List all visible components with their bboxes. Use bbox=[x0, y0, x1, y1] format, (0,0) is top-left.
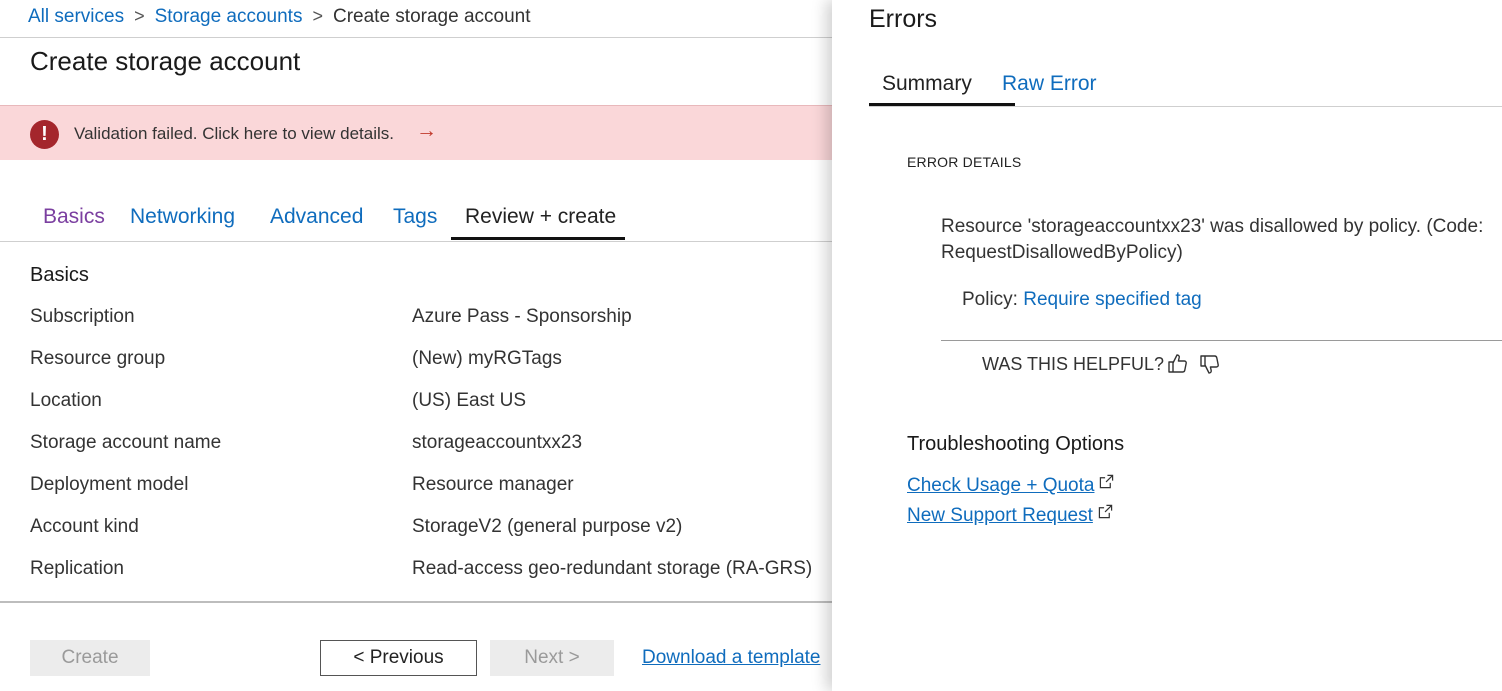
divider bbox=[0, 37, 832, 38]
policy-row: Policy: Require specified tag bbox=[962, 289, 1202, 311]
review-value-replication: Read-access geo-redundant storage (RA-GR… bbox=[412, 558, 813, 579]
review-label-account-kind: Account kind bbox=[30, 516, 139, 537]
divider bbox=[869, 106, 1502, 107]
check-usage-quota-label[interactable]: Check Usage + Quota bbox=[907, 475, 1094, 496]
review-value-account-kind: StorageV2 (general purpose v2) bbox=[412, 516, 683, 537]
tab-basics[interactable]: Basics bbox=[43, 205, 105, 229]
create-storage-account-blade: All services > Storage accounts > Create sto… bbox=[0, 0, 832, 691]
divider bbox=[0, 601, 832, 603]
download-template-link[interactable]: Download a template bbox=[642, 647, 821, 669]
thumbs-down-icon[interactable] bbox=[1198, 352, 1222, 376]
page-title: Create storage account bbox=[30, 46, 301, 76]
was-this-helpful-label: WAS THIS HELPFUL? bbox=[982, 354, 1165, 374]
review-label-deployment-model: Deployment model bbox=[30, 474, 189, 495]
review-value-deployment-model: Resource manager bbox=[412, 474, 574, 495]
new-support-request-link[interactable]: New Support Request bbox=[907, 504, 1113, 527]
tab-raw-error[interactable]: Raw Error bbox=[1002, 72, 1097, 96]
policy-link[interactable]: Require specified tag bbox=[1023, 289, 1202, 310]
external-link-icon bbox=[1098, 504, 1113, 519]
review-label-subscription: Subscription bbox=[30, 306, 135, 327]
review-value-subscription: Azure Pass - Sponsorship bbox=[412, 306, 632, 327]
breadcrumb-storage-accounts[interactable]: Storage accounts bbox=[155, 6, 303, 27]
tab-review-create[interactable]: Review + create bbox=[465, 205, 616, 229]
active-tab-indicator bbox=[451, 237, 625, 240]
tab-networking[interactable]: Networking bbox=[130, 205, 235, 229]
tab-summary[interactable]: Summary bbox=[882, 72, 972, 96]
error-details-heading: ERROR DETAILS bbox=[907, 154, 1022, 170]
divider bbox=[941, 340, 1502, 341]
errors-panel: Errors Summary Raw Error ERROR DETAILS R… bbox=[832, 0, 1502, 691]
troubleshooting-heading: Troubleshooting Options bbox=[907, 433, 1125, 455]
thumbs-up-icon[interactable] bbox=[1166, 352, 1190, 376]
tab-advanced[interactable]: Advanced bbox=[270, 205, 363, 229]
new-support-request-label[interactable]: New Support Request bbox=[907, 505, 1093, 526]
policy-label: Policy: bbox=[962, 289, 1018, 310]
review-label-resource-group: Resource group bbox=[30, 348, 166, 369]
tab-tags[interactable]: Tags bbox=[393, 205, 437, 229]
error-message: Resource 'storageaccountxx23' was disall… bbox=[941, 216, 1484, 263]
check-usage-quota-link[interactable]: Check Usage + Quota bbox=[907, 474, 1114, 497]
breadcrumb-separator-icon: > bbox=[134, 6, 145, 26]
errors-panel-title: Errors bbox=[869, 5, 938, 33]
next-button[interactable]: Next > bbox=[490, 640, 614, 676]
validation-failed-banner[interactable]: ! Validation failed. Click here to view … bbox=[0, 105, 832, 160]
external-link-icon bbox=[1100, 474, 1114, 489]
review-label-storage-account-name: Storage account name bbox=[30, 432, 222, 453]
review-value-resource-group: (New) myRGTags bbox=[412, 348, 562, 369]
breadcrumb-current: Create storage account bbox=[332, 6, 531, 27]
review-label-location: Location bbox=[30, 390, 102, 411]
section-heading-basics: Basics bbox=[30, 264, 89, 286]
error-icon: ! bbox=[30, 120, 59, 149]
breadcrumb-separator-icon: > bbox=[312, 6, 323, 26]
divider bbox=[0, 241, 832, 242]
review-value-storage-account-name: storageaccountxx23 bbox=[412, 432, 583, 453]
create-button[interactable]: Create bbox=[30, 640, 150, 676]
arrow-right-icon[interactable]: → bbox=[416, 119, 437, 143]
breadcrumb-all-services[interactable]: All services bbox=[28, 6, 124, 27]
breadcrumb: All services > Storage accounts > Create sto… bbox=[28, 6, 531, 28]
previous-button[interactable]: < Previous bbox=[320, 640, 477, 676]
review-value-location: (US) East US bbox=[412, 390, 527, 411]
banner-text[interactable]: Validation failed. Click here to view de… bbox=[74, 124, 394, 144]
review-label-replication: Replication bbox=[30, 558, 124, 579]
